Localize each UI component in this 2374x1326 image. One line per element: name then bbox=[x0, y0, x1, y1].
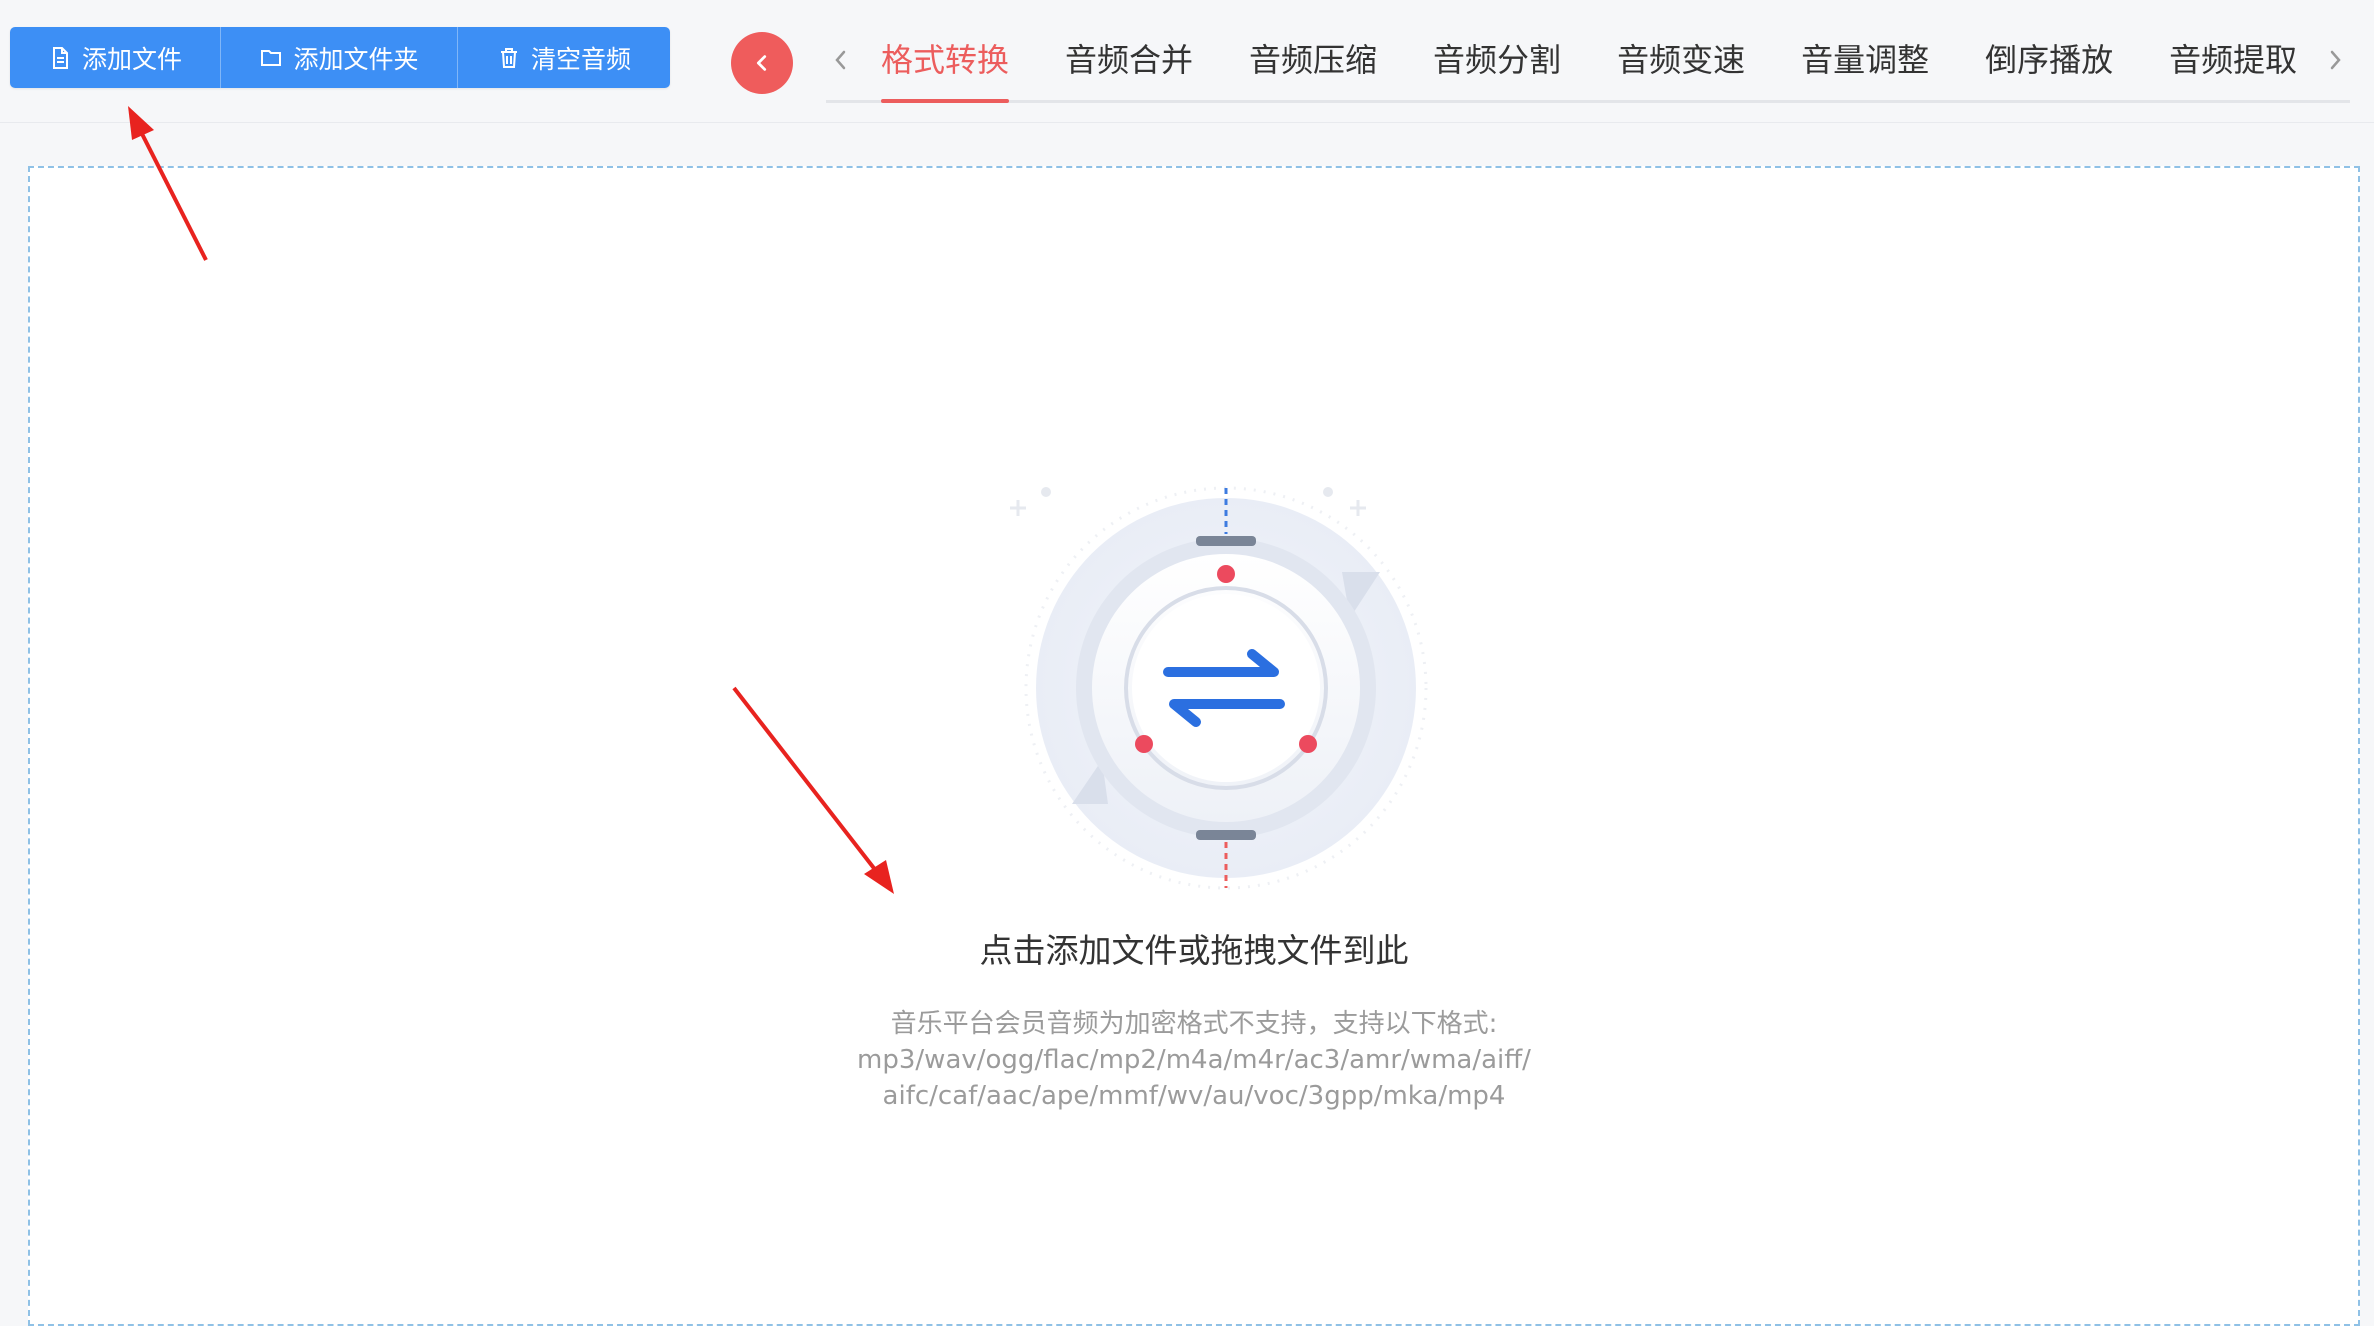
tab-list: 格式转换 音频合并 音频压缩 音频分割 音频变速 音量调整 倒序播放 音频提取 bbox=[881, 28, 2300, 103]
hint-line: aifc/caf/aac/ape/mmf/wv/au/voc/3gpp/mka/… bbox=[882, 1081, 1506, 1111]
tab-volume-adjust[interactable]: 音量调整 bbox=[1801, 28, 1929, 100]
chevron-right-icon bbox=[2330, 50, 2341, 70]
swap-arrows-icon bbox=[1010, 486, 1428, 890]
clear-audio-label: 清空音频 bbox=[530, 44, 631, 74]
tab-audio-compress[interactable]: 音频压缩 bbox=[1249, 28, 1377, 100]
file-icon bbox=[52, 46, 68, 69]
tab-scroll-left-button[interactable] bbox=[826, 40, 856, 80]
header-divider bbox=[0, 122, 2374, 123]
tab-scroll-right-button[interactable] bbox=[2320, 40, 2350, 80]
chevron-left-icon bbox=[835, 50, 846, 70]
clear-audio-button[interactable]: 清空音频 bbox=[458, 27, 670, 88]
chevron-left-icon bbox=[756, 55, 767, 71]
tab-bar: 格式转换 音频合并 音频压缩 音频分割 音频变速 音量调整 倒序播放 音频提取 bbox=[826, 28, 2350, 103]
tab-audio-merge[interactable]: 音频合并 bbox=[1065, 28, 1193, 100]
add-file-label: 添加文件 bbox=[81, 44, 182, 74]
tab-audio-extract[interactable]: 音频提取 bbox=[2169, 28, 2297, 100]
toolbar: 添加文件 添加文件夹 清空音频 bbox=[10, 27, 670, 88]
tab-audio-speed[interactable]: 音频变速 bbox=[1617, 28, 1745, 100]
tab-format-convert[interactable]: 格式转换 bbox=[881, 28, 1010, 103]
hint-line: 音乐平台会员音频为加密格式不支持，支持以下格式: bbox=[890, 1009, 1498, 1039]
hint-line: mp3/wav/ogg/flac/mp2/m4a/m4r/ac3/amr/wma… bbox=[857, 1045, 1531, 1075]
folder-icon bbox=[261, 49, 282, 66]
back-button[interactable] bbox=[731, 32, 793, 94]
add-folder-label: 添加文件夹 bbox=[293, 44, 419, 74]
tab-reverse-play[interactable]: 倒序播放 bbox=[1985, 28, 2113, 100]
add-folder-button[interactable]: 添加文件夹 bbox=[221, 27, 458, 88]
add-file-button[interactable]: 添加文件 bbox=[10, 27, 221, 88]
trash-icon bbox=[500, 47, 517, 68]
drop-zone-title: 点击添加文件或拖拽文件到此 bbox=[979, 931, 1409, 970]
tab-audio-split[interactable]: 音频分割 bbox=[1433, 28, 1561, 100]
file-drop-zone[interactable]: 点击添加文件或拖拽文件到此 音乐平台会员音频为加密格式不支持，支持以下格式: m… bbox=[28, 166, 2360, 1326]
supported-formats-hint: 音乐平台会员音频为加密格式不支持，支持以下格式: mp3/wav/ogg/fla… bbox=[30, 1006, 2358, 1114]
